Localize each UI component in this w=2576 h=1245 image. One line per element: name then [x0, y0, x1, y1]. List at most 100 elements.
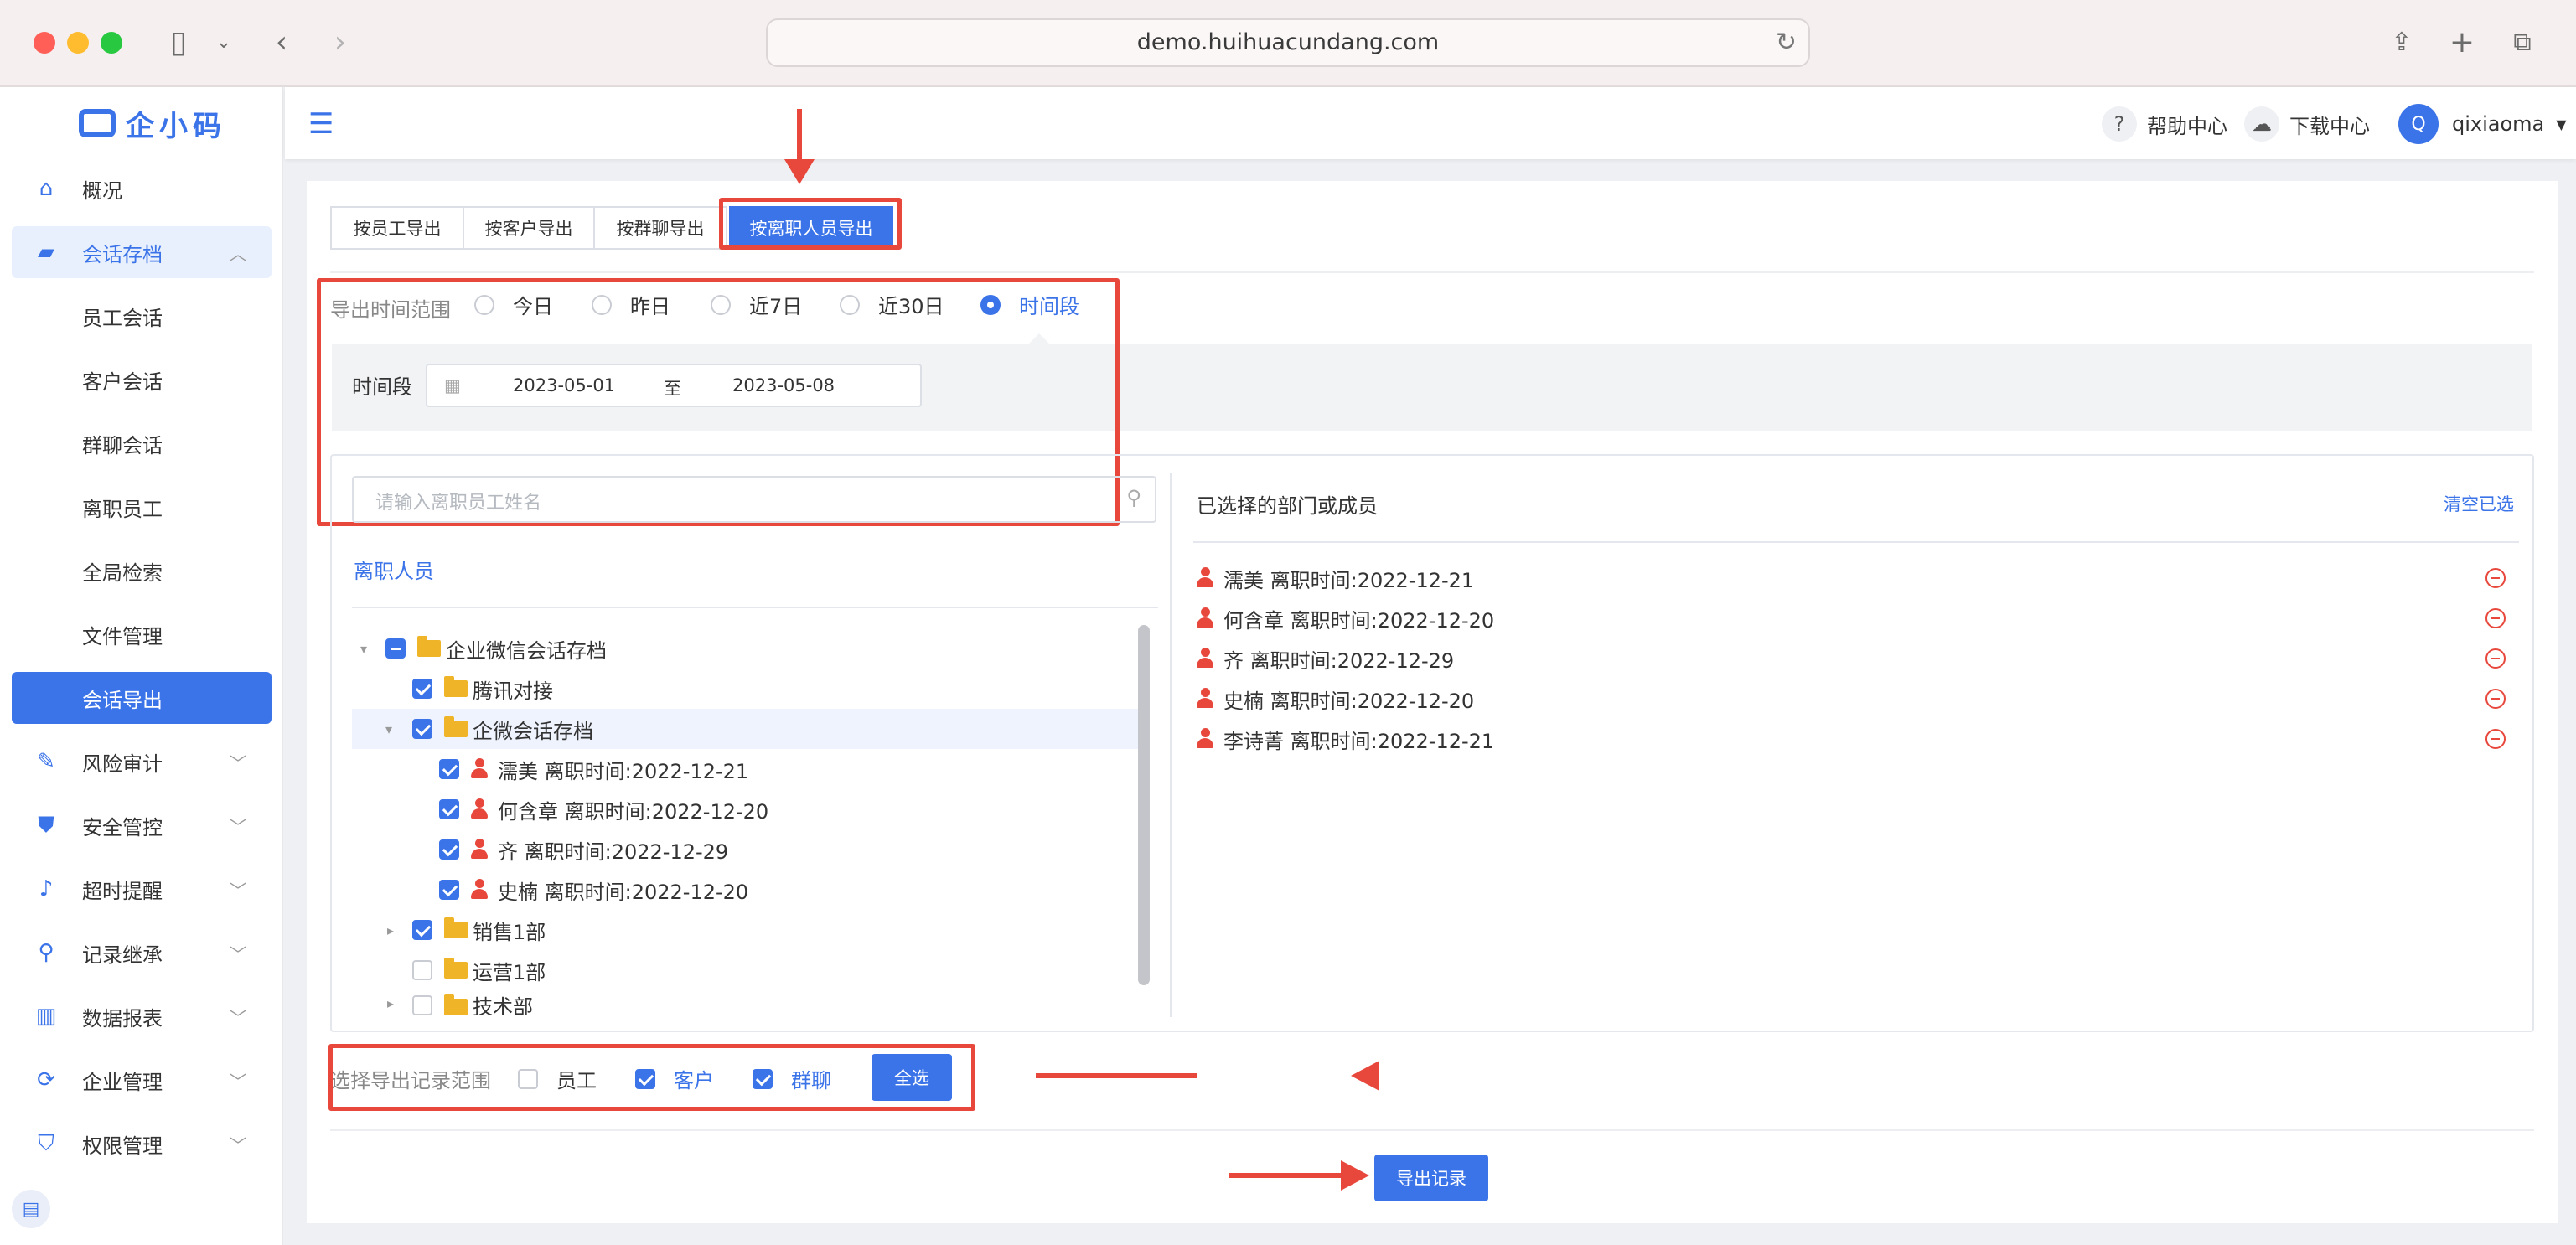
maximize-window-button[interactable] — [101, 32, 122, 54]
remove-icon[interactable] — [2485, 648, 2506, 669]
sidebar-item-chat-export[interactable]: 会话导出 — [12, 672, 272, 724]
tree-label: 腾讯对接 — [473, 679, 553, 703]
download-center-link[interactable]: ☁ 下载中心 — [2244, 106, 2370, 142]
close-window-button[interactable] — [34, 32, 55, 54]
select-all-button[interactable]: 全选 — [872, 1054, 952, 1101]
folder-icon — [444, 917, 468, 938]
address-bar[interactable]: demo.huihuacundang.com ↻ — [766, 18, 1810, 67]
radio-circle — [980, 294, 1001, 315]
radio-yesterday[interactable]: 昨日 — [592, 290, 670, 319]
tree-node[interactable]: 腾讯对接 — [352, 669, 1146, 709]
chevron-up-icon: ︿ — [230, 243, 246, 264]
sidebar-item-chat-archive[interactable]: ▰ 会话存档 ︿ — [12, 226, 272, 278]
radio-today[interactable]: 今日 — [474, 290, 553, 319]
radio-last-7-days[interactable]: 近7日 — [711, 290, 802, 319]
tree-label: 技术部 — [473, 995, 533, 1015]
tree-node[interactable]: ▸ 技术部 — [352, 990, 1146, 1015]
user-menu[interactable]: Q qixiaoma ▼ — [2398, 104, 2567, 144]
minimize-window-button[interactable] — [67, 32, 89, 54]
tree-node[interactable]: 史楠 离职时间:2022-12-20 — [352, 870, 1146, 910]
sidebar-item-record-inheritance[interactable]: ⚲ 记录继承 ﹀ — [12, 927, 272, 979]
help-center-link[interactable]: ? 帮助中心 — [2102, 106, 2227, 142]
tree-node[interactable]: 何含章 离职时间:2022-12-20 — [352, 789, 1146, 829]
sidebar-item-global-search[interactable]: 全局检索 — [12, 545, 272, 597]
radio-last-30-days[interactable]: 近30日 — [840, 290, 944, 319]
tab-overview-icon[interactable]: ⧉ — [2506, 23, 2539, 62]
sidebar-item-label: 离职员工 — [82, 497, 163, 521]
radio-custom-period[interactable]: 时间段 — [980, 290, 1079, 319]
start-date[interactable]: 2023-05-01 — [513, 375, 615, 395]
tree-checkbox[interactable] — [439, 799, 459, 819]
remove-icon[interactable] — [2485, 729, 2506, 749]
tree-node[interactable]: 运营1部 — [352, 950, 1146, 990]
folder-icon: ▰ — [38, 240, 54, 265]
tree-checkbox[interactable] — [439, 880, 459, 900]
tree-checkbox[interactable] — [412, 960, 432, 980]
radio-circle — [840, 294, 860, 315]
sidebar-item-timeout-reminder[interactable]: ♪ 超时提醒 ﹀ — [12, 863, 272, 915]
sidebar-item-label: 权限管理 — [82, 1134, 163, 1158]
sidebar-item-employee-chats[interactable]: 员工会话 — [12, 290, 272, 342]
tab-by-employee[interactable]: 按员工导出 — [330, 206, 464, 250]
back-icon[interactable]: ‹ — [265, 23, 298, 62]
export-card: 按员工导出 按客户导出 按群聊导出 按离职人员导出 导出时间范围 今日 昨日 近… — [307, 181, 2558, 1223]
expand-arrow-icon[interactable]: ▸ — [387, 995, 394, 1011]
expand-arrow-icon[interactable]: ▾ — [385, 721, 392, 737]
expand-arrow-icon[interactable]: ▸ — [387, 922, 394, 938]
tree-checkbox[interactable] — [412, 995, 432, 1015]
forward-icon[interactable]: › — [323, 23, 357, 62]
share-icon[interactable]: ⇪ — [2385, 23, 2418, 62]
sidebar-item-departed-employees[interactable]: 离职员工 — [12, 481, 272, 533]
tree-node[interactable]: ▾ 企微会话存档 — [352, 709, 1146, 749]
sidebar-item-enterprise[interactable]: ⟳ 企业管理 ﹀ — [12, 1054, 272, 1106]
bell-icon: ♪ — [39, 876, 54, 901]
tree-checkbox[interactable] — [439, 759, 459, 779]
clear-selected-button[interactable]: 清空已选 — [2444, 491, 2514, 516]
scope-customer-checkbox[interactable]: 客户 — [635, 1064, 714, 1093]
sidebar-item-data-reports[interactable]: ▥ 数据报表 ﹀ — [12, 990, 272, 1042]
export-records-button[interactable]: 导出记录 — [1374, 1155, 1488, 1201]
sidebar-item-label: 风险审计 — [82, 752, 163, 776]
tree-checkbox[interactable] — [385, 638, 406, 659]
remove-icon[interactable] — [2485, 608, 2506, 628]
remove-icon[interactable] — [2485, 689, 2506, 709]
tree-checkbox[interactable] — [412, 679, 432, 699]
tree-scrollbar[interactable] — [1138, 625, 1150, 985]
end-date[interactable]: 2023-05-08 — [732, 375, 835, 395]
scope-employee-checkbox[interactable]: 员工 — [518, 1064, 597, 1093]
menu-collapse-icon[interactable]: ☰ — [308, 107, 334, 141]
search-input[interactable]: 请输入离职员工姓名 ⚲ — [352, 476, 1156, 523]
tree-node[interactable]: ▸ 销售1部 — [352, 910, 1146, 950]
folder-icon — [444, 676, 468, 697]
tree-node[interactable]: 齐 离职时间:2022-12-29 — [352, 829, 1146, 870]
search-icon[interactable]: ⚲ — [1126, 486, 1141, 509]
sidebar-item-label: 记录继承 — [82, 943, 163, 967]
refresh-icon: ⟳ — [37, 1067, 55, 1093]
tab-by-group[interactable]: 按群聊导出 — [593, 206, 727, 250]
document-icon[interactable]: ▤ — [12, 1190, 50, 1228]
sidebar-item-file-management[interactable]: 文件管理 — [12, 608, 272, 660]
sidebar-item-overview[interactable]: ⌂ 概况 — [12, 163, 272, 214]
new-tab-icon[interactable]: + — [2445, 23, 2479, 62]
sidebar-item-permissions[interactable]: ⛉ 权限管理 ﹀ — [12, 1118, 272, 1170]
tab-by-customer[interactable]: 按客户导出 — [463, 206, 595, 250]
annotation-arrow — [1036, 1073, 1197, 1078]
chevron-down-icon[interactable]: ⌄ — [211, 23, 236, 62]
sidebar-item-group-chats[interactable]: 群聊会话 — [12, 417, 272, 469]
sidebar-item-security[interactable]: ⛊ 安全管控 ﹀ — [12, 799, 272, 851]
reload-icon[interactable]: ↻ — [1776, 20, 1797, 65]
expand-arrow-icon[interactable]: ▾ — [360, 641, 367, 657]
tree-checkbox[interactable] — [439, 839, 459, 860]
tree-checkbox[interactable] — [412, 920, 432, 940]
sidebar-item-customer-chats[interactable]: 客户会话 — [12, 354, 272, 406]
scope-group-checkbox[interactable]: 群聊 — [753, 1064, 831, 1093]
tree-checkbox[interactable] — [412, 719, 432, 739]
tab-by-departed[interactable]: 按离职人员导出 — [729, 206, 893, 250]
sidebar-item-risk-audit[interactable]: ✎ 风险审计 ﹀ — [12, 736, 272, 788]
tree-node[interactable]: ▾ 企业微信会话存档 — [352, 628, 1146, 669]
sidebar-toggle-icon[interactable]: ▯ — [159, 23, 198, 62]
tree-node[interactable]: 濡美 离职时间:2022-12-21 — [352, 749, 1146, 789]
checkbox-label: 员工 — [556, 1069, 597, 1093]
date-range-picker[interactable]: ▦ 2023-05-01 至 2023-05-08 — [426, 364, 922, 407]
remove-icon[interactable] — [2485, 568, 2506, 588]
